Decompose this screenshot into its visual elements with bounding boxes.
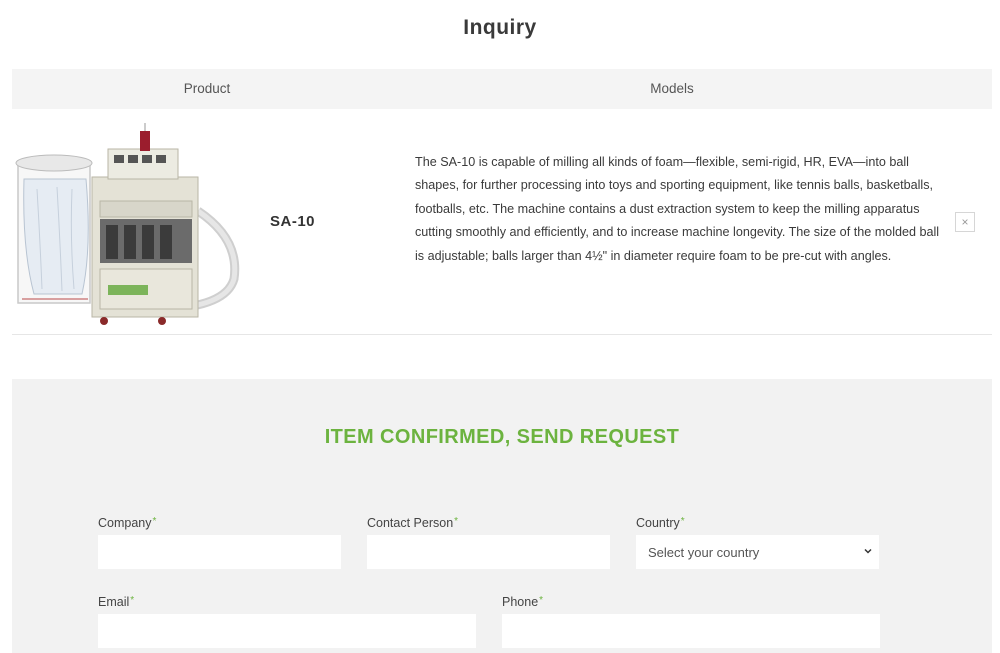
page-title: Inquiry (463, 16, 537, 39)
contact-person-field[interactable] (367, 535, 610, 569)
country-select-value: Select your country (648, 545, 760, 560)
remove-item-button[interactable]: × (955, 212, 975, 232)
inquiry-form: ITEM CONFIRMED, SEND REQUEST Company* Co… (12, 379, 992, 653)
country-label-text: Country (636, 516, 680, 530)
company-label-text: Company (98, 516, 152, 530)
email-label: Email* (98, 595, 134, 609)
email-field[interactable] (98, 614, 476, 648)
phone-label-text: Phone (502, 595, 539, 609)
column-header-models: Models (650, 81, 694, 96)
required-mark: * (130, 595, 135, 606)
close-icon: × (961, 215, 969, 229)
country-select[interactable]: Select your country (636, 535, 879, 569)
country-label: Country* (636, 516, 685, 530)
required-mark: * (680, 516, 685, 527)
form-title: ITEM CONFIRMED, SEND REQUEST (324, 426, 680, 448)
table-header: Product Models (12, 69, 992, 109)
product-image (15, 123, 240, 325)
contact-person-label-text: Contact Person (367, 516, 454, 530)
required-mark: * (539, 595, 544, 606)
phone-field[interactable] (502, 614, 880, 648)
table-row: SA-10 The SA-10 is capable of milling al… (12, 109, 992, 335)
model-description: The SA-10 is capable of milling all kind… (415, 155, 940, 263)
required-mark: * (152, 516, 157, 527)
chevron-down-icon (864, 548, 872, 554)
model-name[interactable]: SA-10 (270, 213, 315, 230)
required-mark: * (454, 516, 459, 527)
column-header-product: Product (183, 81, 231, 96)
email-label-text: Email (98, 595, 130, 609)
company-label: Company* (98, 516, 156, 530)
contact-person-label: Contact Person* (367, 516, 458, 530)
phone-label: Phone* (502, 595, 543, 609)
company-field[interactable] (98, 535, 341, 569)
